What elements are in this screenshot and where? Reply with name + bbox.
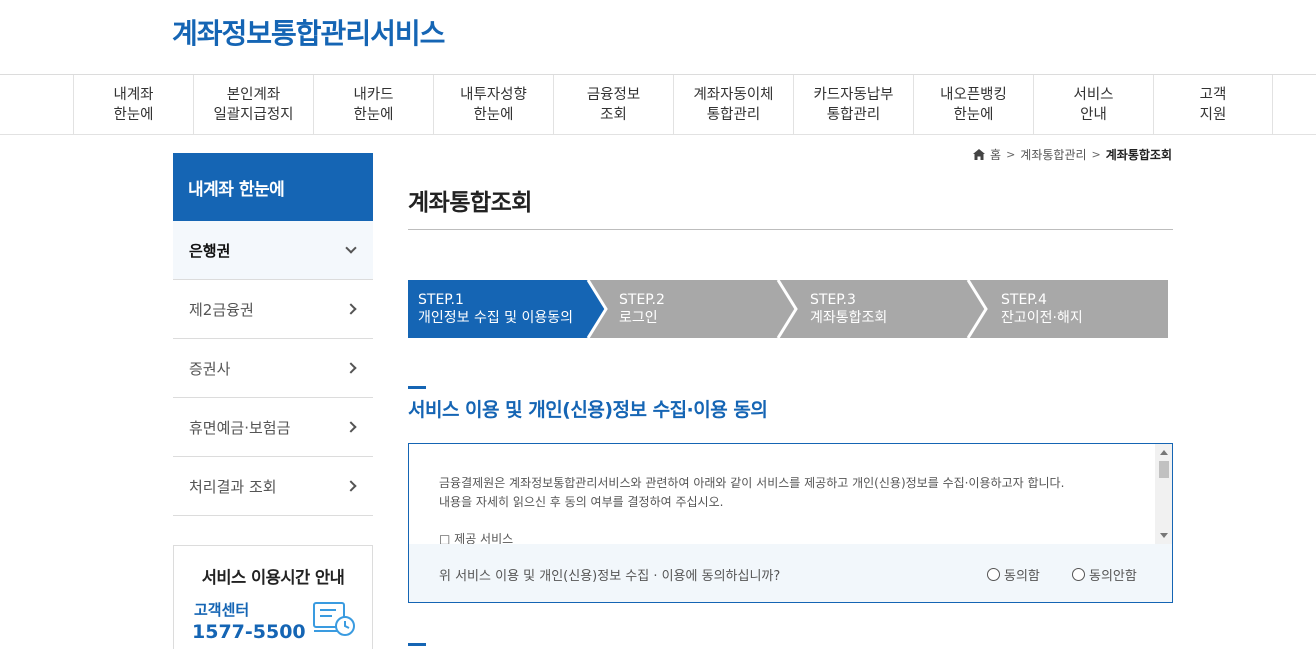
consent-terms-text: 금융결제원은 계좌정보통합관리서비스와 관련하여 아래와 같이 서비스를 제공하… [439, 474, 1139, 512]
gnb-item-my-accounts[interactable]: 내계좌 한눈에 [73, 75, 193, 134]
side-nav-item-label: 은행권 [189, 241, 231, 260]
consent-line-1: 금융결제원은 계좌정보통합관리서비스와 관련하여 아래와 같이 서비스를 제공하… [439, 476, 1065, 490]
chevron-right-icon [345, 303, 357, 315]
step-1-label: 개인정보 수집 및 이용동의 [418, 310, 574, 326]
site-header: 계좌정보통합관리서비스 [0, 0, 1316, 75]
side-nav-title: 내계좌 한눈에 [173, 153, 373, 221]
side-nav-item-securities[interactable]: 증권사 [173, 339, 373, 398]
chevron-right-icon: > [1006, 148, 1016, 161]
side-nav-item-dormant[interactable]: 휴면예금·보험금 [173, 398, 373, 457]
consent-box: 금융결제원은 계좌정보통합관리서비스와 관련하여 아래와 같이 서비스를 제공하… [408, 443, 1173, 603]
global-nav: 내계좌 한눈에 본인계좌 일괄지급정지 내카드 한눈에 내투자성향 한눈에 금융… [0, 75, 1316, 135]
disagree-label: 동의안함 [1089, 569, 1137, 584]
step-3-label: 계좌통합조회 [810, 310, 888, 326]
breadcrumb: 홈 > 계좌통합관리 > 계좌통합조회 [973, 146, 1172, 163]
chevron-right-icon [345, 480, 357, 492]
side-nav: 내계좌 한눈에 은행권 제2금융권 증권사 휴면예금·보험금 처리결과 조회 [173, 153, 373, 516]
step-1: STEP.1 개인정보 수집 및 이용동의 [418, 291, 573, 327]
gnb-item-open-banking[interactable]: 내오픈뱅킹 한눈에 [913, 75, 1033, 134]
terms-scrollbar[interactable] [1155, 444, 1172, 544]
step-4-number: STEP.4 [1001, 292, 1047, 308]
side-nav-item-label: 증권사 [189, 359, 231, 378]
home-icon[interactable] [973, 149, 986, 160]
side-nav-item-results[interactable]: 처리결과 조회 [173, 457, 373, 516]
disagree-radio-option[interactable]: 동의안함 [1072, 565, 1137, 584]
section-accent-bar [408, 386, 426, 389]
step-4: STEP.4 잔고이전·해지 [1001, 291, 1083, 327]
side-nav-item-second-tier[interactable]: 제2금융권 [173, 280, 373, 339]
site-logo[interactable]: 계좌정보통합관리서비스 [172, 12, 445, 52]
step-3: STEP.3 계좌통합조회 [810, 291, 887, 327]
step-3-number: STEP.3 [810, 292, 856, 308]
clock-document-icon [313, 602, 355, 636]
scroll-down-arrow-icon[interactable] [1160, 533, 1168, 538]
service-hours-box: 서비스 이용시간 안내 고객센터 1577-5500 [173, 545, 373, 649]
chevron-right-icon [345, 421, 357, 433]
side-nav-item-label: 처리결과 조회 [189, 477, 277, 496]
gnb-item-auto-transfer[interactable]: 계좌자동이체 통합관리 [673, 75, 793, 134]
side-nav-item-label: 휴면예금·보험금 [189, 418, 291, 437]
page-title: 계좌통합조회 [408, 190, 532, 216]
step-2: STEP.2 로그인 [619, 291, 665, 327]
title-divider [408, 229, 1173, 230]
gnb-item-financial-info[interactable]: 금융정보 조회 [553, 75, 673, 134]
consent-terms-scroll[interactable]: 금융결제원은 계좌정보통합관리서비스와 관련하여 아래와 같이 서비스를 제공하… [409, 444, 1172, 544]
breadcrumb-current: 계좌통합조회 [1105, 148, 1172, 162]
side-nav-item-bank[interactable]: 은행권 [173, 221, 373, 280]
agree-radio-option[interactable]: 동의함 [987, 565, 1040, 584]
breadcrumb-level1[interactable]: 계좌통합관리 [1020, 146, 1086, 163]
scrollbar-thumb[interactable] [1159, 461, 1169, 478]
step-4-label: 잔고이전·해지 [1001, 310, 1083, 326]
consent-question: 위 서비스 이용 및 개인(신용)정보 수집 · 이용에 동의하십니까? [439, 569, 781, 584]
gnb-item-card-autopay[interactable]: 카드자동납부 통합관리 [793, 75, 913, 134]
chevron-right-icon [345, 362, 357, 374]
service-hours-title: 서비스 이용시간 안내 [201, 568, 345, 587]
consent-question-row: 위 서비스 이용 및 개인(신용)정보 수집 · 이용에 동의하십니까? 동의함… [409, 544, 1172, 602]
chevron-right-icon: > [1091, 148, 1101, 161]
consent-service-heading: □ 제공 서비스 [439, 532, 514, 544]
agree-label: 동의함 [1004, 569, 1040, 584]
next-section-accent-bar [408, 643, 426, 646]
customer-center-label: 고객센터 [194, 601, 250, 619]
gnb-item-service-info[interactable]: 서비스 안내 [1033, 75, 1153, 134]
step-1-number: STEP.1 [418, 292, 464, 308]
gnb-item-my-cards[interactable]: 내카드 한눈에 [313, 75, 433, 134]
side-nav-item-label: 제2금융권 [189, 300, 254, 319]
step-2-label: 로그인 [619, 310, 658, 326]
chevron-down-icon [345, 242, 357, 254]
disagree-radio[interactable] [1072, 568, 1085, 581]
customer-center-phone: 1577-5500 [192, 621, 306, 643]
step-2-number: STEP.2 [619, 292, 665, 308]
consent-line-2: 내용을 자세히 읽으신 후 동의 여부를 결정하여 주십시오. [439, 495, 724, 509]
scroll-up-arrow-icon[interactable] [1160, 450, 1168, 455]
gnb-item-support[interactable]: 고객 지원 [1153, 75, 1273, 134]
breadcrumb-home[interactable]: 홈 [990, 146, 1001, 163]
gnb-item-investment[interactable]: 내투자성향 한눈에 [433, 75, 553, 134]
section-title: 서비스 이용 및 개인(신용)정보 수집·이용 동의 [408, 399, 768, 421]
gnb-item-payment-stop[interactable]: 본인계좌 일괄지급정지 [193, 75, 313, 134]
step-progress: STEP.1 개인정보 수집 및 이용동의 STEP.2 로그인 STEP.3 … [408, 280, 1168, 338]
agree-radio[interactable] [987, 568, 1000, 581]
